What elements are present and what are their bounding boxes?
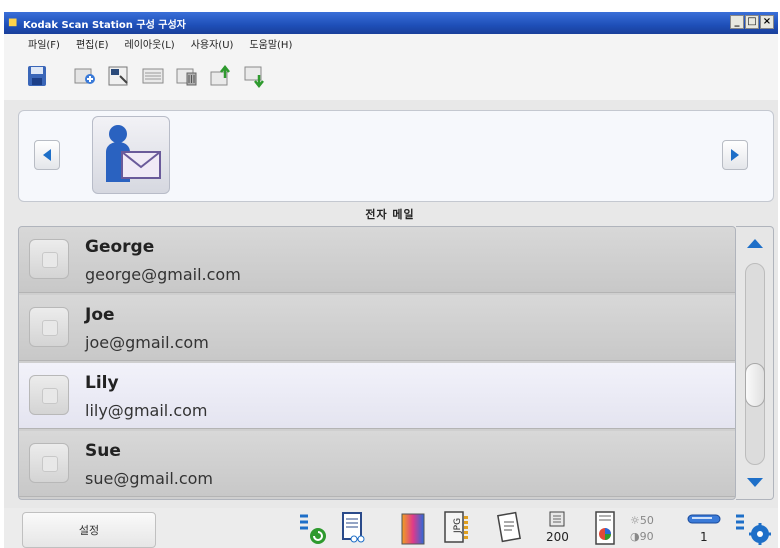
toolbar [4,52,778,100]
document-type-icon[interactable] [340,510,370,546]
import-button[interactable] [242,63,268,89]
file-format-jpg-icon[interactable]: JPG [442,510,472,546]
export-button[interactable] [208,63,234,89]
list-icon [142,68,164,84]
scroll-thumb[interactable] [745,363,765,407]
scroll-down-button[interactable] [736,467,774,499]
menu-file[interactable]: 파일(F) [28,36,60,51]
app-icon: ■ [8,17,18,28]
contact-list: George george@gmail.com Joe joe@gmail.co… [18,226,736,500]
properties-icon [108,66,128,86]
contact-email: george@gmail.com [85,265,241,284]
contact-name: George [85,237,155,257]
arrow-right-icon [731,149,739,161]
delete-button[interactable] [174,63,200,89]
destination-email-tile[interactable] [92,116,170,194]
list-scrollbar[interactable] [736,226,774,500]
add-icon [74,68,95,84]
list-item[interactable]: Joe joe@gmail.com [19,295,735,361]
list-item[interactable]: Sue sue@gmail.com [19,431,735,497]
settings-button[interactable]: 설정 [22,512,156,548]
checkbox[interactable] [29,443,69,483]
section-title: 전자 메일 [365,208,415,221]
brightness-label: ☼50 [630,514,654,527]
menu-layout[interactable]: 레이아웃(L) [125,36,175,51]
contrast-icon: ◑ [630,530,640,543]
window-title: Kodak Scan Station 구성 구성자 [23,19,186,31]
checkbox[interactable] [29,375,69,415]
svg-text:JPG: JPG [453,518,463,534]
scan-mode-icon[interactable] [298,510,328,546]
arrow-up-icon [747,239,763,248]
properties-button[interactable] [106,63,132,89]
contact-name: Joe [85,305,115,325]
save-button[interactable] [24,63,50,89]
contact-name: Sue [85,441,121,461]
contact-email: joe@gmail.com [85,333,209,352]
list-button[interactable] [140,63,166,89]
import-icon [244,66,264,88]
export-icon [210,64,230,86]
advanced-settings-icon[interactable] [734,510,774,546]
copies-value: 1 [700,530,708,544]
list-item-selected[interactable]: Lily lily@gmail.com [19,363,735,429]
menu-help[interactable]: 도움말(H) [249,36,292,51]
list-item[interactable]: George george@gmail.com [19,227,735,293]
previous-destination-button[interactable] [34,140,60,170]
contact-name: Lily [85,373,119,393]
window-controls: _ □ × [730,15,774,29]
arrow-down-icon [747,478,763,487]
color-mode-icon[interactable] [398,510,428,546]
email-recipient-icon [106,125,161,182]
checkbox[interactable] [29,239,69,279]
scroll-up-button[interactable] [736,227,774,259]
next-destination-button[interactable] [722,140,748,170]
page-type-icon[interactable] [494,510,524,546]
close-button[interactable]: × [760,15,774,29]
contact-email: lily@gmail.com [85,401,208,420]
arrow-left-icon [43,149,51,161]
menu-edit[interactable]: 편집(E) [76,36,109,51]
title-bar: ■ Kodak Scan Station 구성 구성자 _ □ × [4,12,778,34]
minimize-button[interactable]: _ [730,15,744,29]
maximize-button[interactable]: □ [745,15,759,29]
add-button[interactable] [72,63,98,89]
color-settings-icon[interactable] [592,510,622,546]
menu-bar: 파일(F) 편집(E) 레이아웃(L) 사용자(U) 도움말(H) [4,34,778,52]
resolution-value: 200 [546,530,569,544]
menu-user[interactable]: 사용자(U) [191,36,234,51]
contact-email: sue@gmail.com [85,469,214,488]
contrast-label: ◑90 [630,530,654,543]
save-icon [28,66,46,86]
delete-icon [176,68,197,86]
brightness-icon: ☼ [630,514,640,527]
checkbox[interactable] [29,307,69,347]
